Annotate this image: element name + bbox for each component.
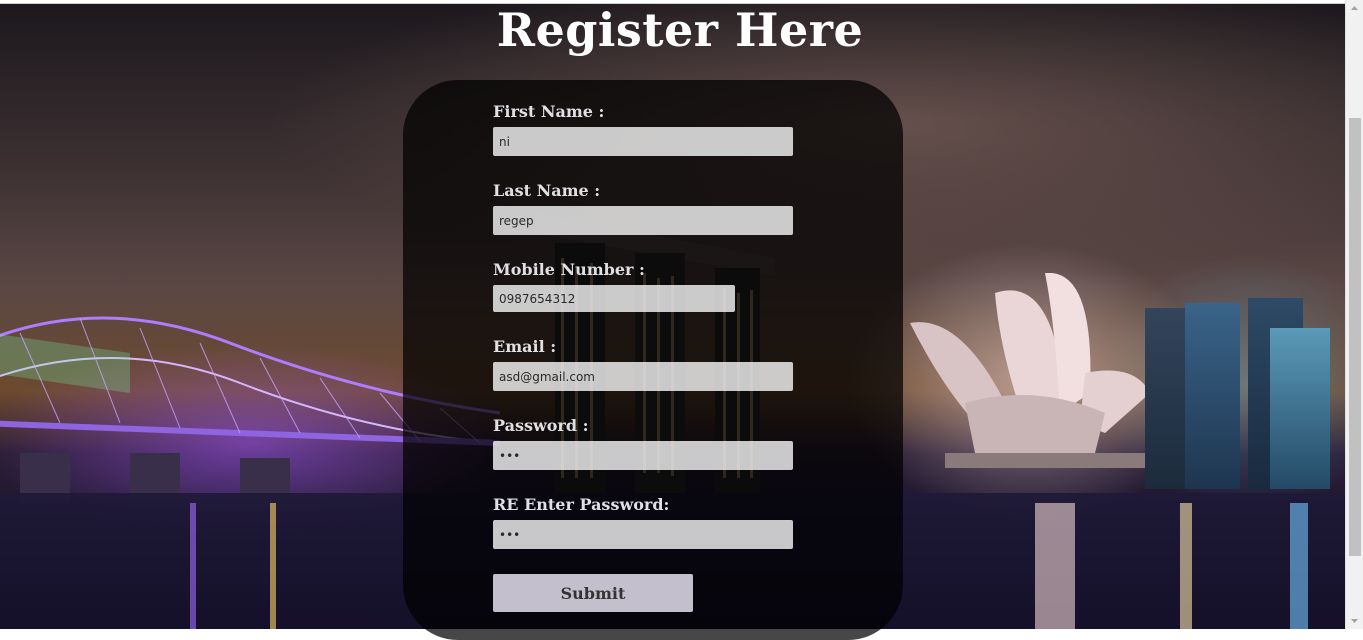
light-reflection <box>270 503 276 629</box>
scroll-down-arrow-icon[interactable] <box>1346 612 1363 629</box>
email-label: Email : <box>493 337 557 356</box>
re-enter-password-label: RE Enter Password: <box>493 495 670 514</box>
light-reflection <box>1035 503 1075 629</box>
re-enter-password-input[interactable] <box>493 520 793 549</box>
page-title: Register Here <box>496 3 864 57</box>
password-label: Password : <box>493 416 589 435</box>
mobile-number-label: Mobile Number : <box>493 260 645 279</box>
skyscraper-graphic <box>1270 328 1330 489</box>
light-reflection <box>190 503 196 629</box>
skyscraper-graphic <box>1185 303 1240 489</box>
email-input[interactable] <box>493 362 793 391</box>
last-name-label: Last Name : <box>493 181 601 200</box>
museum-graphic <box>910 273 1150 468</box>
light-reflection <box>1290 503 1308 629</box>
scroll-up-arrow-icon[interactable] <box>1346 0 1363 17</box>
first-name-input[interactable] <box>493 127 793 156</box>
light-reflection <box>1180 503 1192 629</box>
first-name-label: First Name : <box>493 102 605 121</box>
last-name-input[interactable] <box>493 206 793 235</box>
submit-button[interactable]: Submit <box>493 574 693 612</box>
scrollbar-thumb[interactable] <box>1349 118 1361 556</box>
mobile-number-input[interactable] <box>493 285 735 312</box>
registration-form: First Name : Last Name : Mobile Number :… <box>403 80 903 640</box>
vertical-scrollbar[interactable] <box>1345 0 1363 629</box>
password-input[interactable] <box>493 441 793 470</box>
